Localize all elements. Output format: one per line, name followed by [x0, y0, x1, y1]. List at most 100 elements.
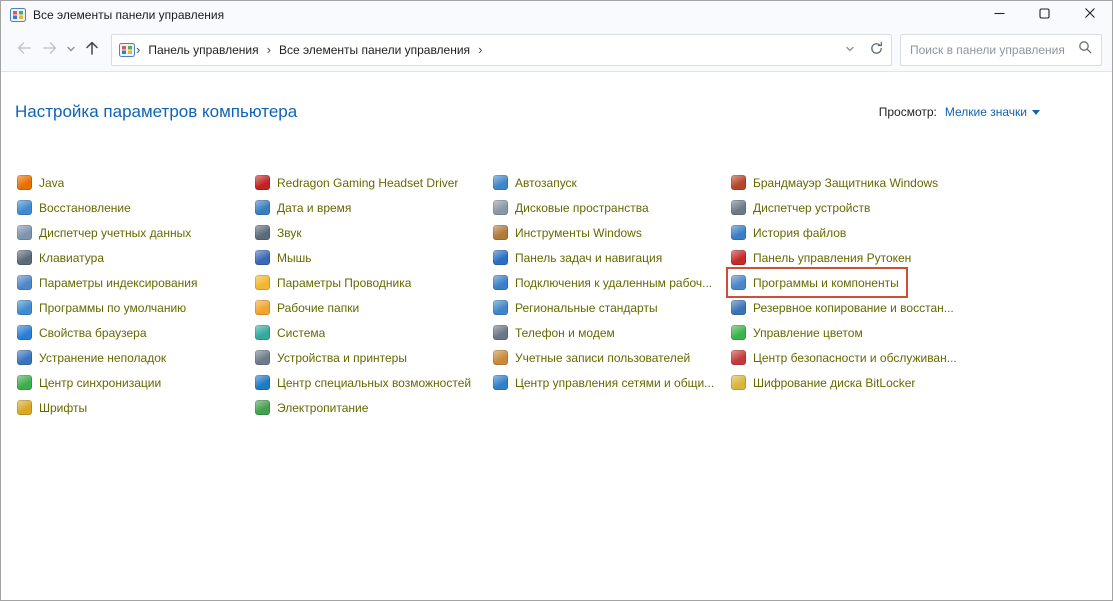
- control-panel-item[interactable]: Управление цветом: [729, 320, 869, 345]
- minimize-button[interactable]: [977, 1, 1022, 28]
- control-panel-item[interactable]: Свойства браузера: [15, 320, 153, 345]
- control-panel-icon: [10, 7, 26, 23]
- breadcrumb-item-all-items[interactable]: Все элементы панели управления: [272, 36, 477, 64]
- control-panel-item[interactable]: Дисковые пространства: [491, 195, 655, 220]
- forward-arrow-icon: [41, 39, 59, 60]
- control-panel-item[interactable]: Мышь: [253, 245, 318, 270]
- control-panel-item[interactable]: Центр безопасности и обслуживан...: [729, 345, 963, 370]
- region-icon: [493, 300, 508, 315]
- keyboard-icon: [17, 250, 32, 265]
- system-icon: [255, 325, 270, 340]
- credential-manager-icon: [17, 225, 32, 240]
- item-label: Дата и время: [277, 201, 351, 215]
- search-input[interactable]: [910, 43, 1078, 57]
- navigation-bar: › Панель управления › Все элементы панел…: [1, 28, 1112, 72]
- control-panel-item[interactable]: Redragon Gaming Headset Driver: [253, 170, 464, 195]
- item-label: Клавиатура: [39, 251, 104, 265]
- control-panel-item[interactable]: Региональные стандарты: [491, 295, 664, 320]
- control-panel-item[interactable]: Дата и время: [253, 195, 357, 220]
- control-panel-item[interactable]: Клавиатура: [15, 245, 110, 270]
- breadcrumb-item-control-panel[interactable]: Панель управления: [141, 36, 265, 64]
- control-panel-item[interactable]: Центр специальных возможностей: [253, 370, 477, 395]
- item-label: Устройства и принтеры: [277, 351, 407, 365]
- item-label: Свойства браузера: [39, 326, 147, 340]
- control-panel-item[interactable]: Брандмауэр Защитника Windows: [729, 170, 944, 195]
- item-label: Электропитание: [277, 401, 368, 415]
- control-panel-item[interactable]: Программы и компоненты: [729, 270, 905, 295]
- control-panel-item[interactable]: Учетные записи пользователей: [491, 345, 696, 370]
- chevron-down-icon: [66, 42, 76, 57]
- control-panel-item[interactable]: Восстановление: [15, 195, 137, 220]
- sound-icon: [255, 225, 270, 240]
- back-button[interactable]: [11, 36, 37, 64]
- item-label: Диспетчер учетных данных: [39, 226, 191, 240]
- refresh-button[interactable]: [863, 36, 889, 64]
- autoplay-icon: [493, 175, 508, 190]
- remote-desktop-connections-icon: [493, 275, 508, 290]
- control-panel-item[interactable]: Резервное копирование и восстан...: [729, 295, 960, 320]
- control-panel-item[interactable]: Система: [253, 320, 331, 345]
- minimize-icon: [994, 7, 1005, 22]
- item-label: Подключения к удаленным рабоч...: [515, 276, 712, 290]
- control-panel-item[interactable]: Java: [15, 170, 70, 195]
- control-panel-item[interactable]: Телефон и модем: [491, 320, 621, 345]
- control-panel-item[interactable]: Подключения к удаленным рабоч...: [491, 270, 718, 295]
- page-header: Настройка параметров компьютера Просмотр…: [15, 102, 1098, 122]
- item-label: Redragon Gaming Headset Driver: [277, 176, 458, 190]
- redragon-icon: [255, 175, 270, 190]
- control-panel-item[interactable]: Панель задач и навигация: [491, 245, 668, 270]
- control-panel-item[interactable]: Рабочие папки: [253, 295, 365, 320]
- control-panel-item[interactable]: История файлов: [729, 220, 852, 245]
- control-panel-item[interactable]: Электропитание: [253, 395, 374, 420]
- items-grid: Java Восстановление Диспетчер учетных данн…: [15, 170, 1098, 420]
- control-panel-item[interactable]: Центр синхронизации: [15, 370, 167, 395]
- breadcrumb-separator: ›: [477, 42, 483, 57]
- control-panel-icon: [119, 42, 135, 58]
- control-panel-item[interactable]: Центр управления сетями и общи...: [491, 370, 720, 395]
- control-panel-item[interactable]: Диспетчер устройств: [729, 195, 876, 220]
- item-label: Система: [277, 326, 325, 340]
- item-label: Программы по умолчанию: [39, 301, 186, 315]
- view-controls: Просмотр: Мелкие значки: [879, 105, 1040, 119]
- sync-center-icon: [17, 375, 32, 390]
- item-label: Учетные записи пользователей: [515, 351, 690, 365]
- control-panel-item[interactable]: Панель управления Рутокен: [729, 245, 917, 270]
- search-icon: [1078, 40, 1092, 59]
- item-label: Программы и компоненты: [753, 276, 899, 290]
- item-label: Автозапуск: [515, 176, 577, 190]
- refresh-icon: [869, 41, 884, 59]
- control-panel-item[interactable]: Устройства и принтеры: [253, 345, 413, 370]
- forward-button[interactable]: [37, 36, 63, 64]
- address-bar[interactable]: › Панель управления › Все элементы панел…: [111, 34, 892, 66]
- up-arrow-icon: [83, 39, 101, 60]
- work-folders-icon: [255, 300, 270, 315]
- control-panel-item[interactable]: Параметры Проводника: [253, 270, 417, 295]
- item-label: Рабочие папки: [277, 301, 359, 315]
- view-selector[interactable]: Мелкие значки: [945, 105, 1040, 119]
- chevron-down-icon: [845, 42, 855, 57]
- item-label: Центр безопасности и обслуживан...: [753, 351, 957, 365]
- control-panel-item[interactable]: Программы по умолчанию: [15, 295, 192, 320]
- mouse-icon: [255, 250, 270, 265]
- item-label: Java: [39, 176, 64, 190]
- control-panel-item[interactable]: Шрифты: [15, 395, 93, 420]
- control-panel-item[interactable]: Устранение неполадок: [15, 345, 172, 370]
- back-arrow-icon: [15, 39, 33, 60]
- close-icon: [1084, 7, 1096, 22]
- control-panel-item[interactable]: Параметры индексирования: [15, 270, 203, 295]
- file-explorer-options-icon: [255, 275, 270, 290]
- control-panel-item[interactable]: Инструменты Windows: [491, 220, 648, 245]
- control-panel-item[interactable]: Звук: [253, 220, 308, 245]
- control-panel-item[interactable]: Шифрование диска BitLocker: [729, 370, 921, 395]
- recent-locations-button[interactable]: [63, 36, 79, 64]
- windows-tools-icon: [493, 225, 508, 240]
- control-panel-item[interactable]: Диспетчер учетных данных: [15, 220, 197, 245]
- item-label: Шифрование диска BitLocker: [753, 376, 915, 390]
- window-controls: [977, 1, 1112, 28]
- up-button[interactable]: [79, 36, 105, 64]
- control-panel-item[interactable]: Автозапуск: [491, 170, 583, 195]
- maximize-button[interactable]: [1022, 1, 1067, 28]
- items-column: Redragon Gaming Headset Driver Дата и вре…: [253, 170, 491, 420]
- close-button[interactable]: [1067, 1, 1112, 28]
- address-dropdown-button[interactable]: [837, 36, 863, 64]
